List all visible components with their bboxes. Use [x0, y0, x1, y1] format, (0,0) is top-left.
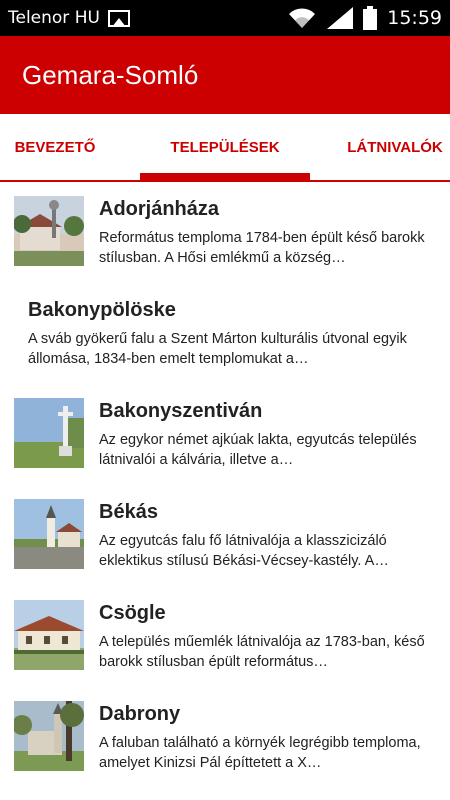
settlement-name: Adorjánháza	[99, 198, 220, 220]
list-item[interactable]: Adorjánháza Református temploma 1784-ben…	[0, 184, 450, 285]
settlement-thumbnail	[14, 196, 84, 266]
app-title: Gemara-Somló	[22, 59, 199, 90]
clock: 15:59	[387, 7, 442, 29]
selected-tab-indicator	[140, 173, 310, 180]
settlement-thumbnail	[14, 499, 84, 569]
settlement-description: A faluban található a környék legrégibb …	[99, 735, 421, 771]
tab-bevezeto[interactable]: BEVEZETŐ	[0, 114, 110, 180]
image-icon	[107, 9, 130, 27]
settlement-list[interactable]: Adorjánháza Református temploma 1784-ben…	[0, 184, 450, 790]
status-bar: Telenor HU 15:59	[0, 0, 450, 36]
battery-icon	[363, 6, 378, 30]
list-item[interactable]: Békás Az egyutcás falu fő látnivalója a …	[0, 487, 450, 588]
list-item[interactable]: Dabrony A faluban található a környék le…	[0, 689, 450, 790]
wifi-icon	[289, 8, 316, 28]
signal-icon	[327, 7, 354, 29]
tab-bar: BEVEZETŐ TELEPÜLÉSEK LÁTNIVALÓK	[0, 114, 450, 182]
list-item[interactable]: Bakonypölöske A sváb gyökerű falu a Szen…	[0, 285, 450, 386]
settlement-thumbnail	[14, 398, 84, 468]
settlement-thumbnail	[14, 600, 84, 670]
settlement-thumbnail	[14, 701, 84, 771]
settlement-description: Az egyutcás falu fő látnivalója a klassz…	[99, 533, 389, 569]
settlement-description: A sváb gyökerű falu a Szent Márton kultu…	[28, 331, 407, 367]
settlement-description: Az egykor német ajkúak lakta, egyutcás t…	[99, 432, 417, 468]
settlement-description: A település műemlék látnivalója az 1783-…	[99, 634, 425, 670]
tab-telepulesek[interactable]: TELEPÜLÉSEK	[140, 114, 310, 180]
list-item[interactable]: Bakonyszentiván Az egykor német ajkúak l…	[0, 386, 450, 487]
list-item[interactable]: Csögle A település műemlék látnivalója a…	[0, 588, 450, 689]
app-bar: Gemara-Somló	[0, 36, 450, 114]
settlement-name: Csögle	[99, 602, 166, 624]
carrier-name: Telenor HU	[8, 8, 100, 28]
settlement-name: Bakonypölöske	[28, 299, 176, 321]
settlement-name: Békás	[99, 501, 158, 523]
settlement-name: Bakonyszentiván	[99, 400, 263, 422]
settlement-description: Református temploma 1784-ben épült késő …	[99, 230, 425, 266]
tab-latnivalok[interactable]: LÁTNIVALÓK	[330, 114, 450, 180]
settlement-name: Dabrony	[99, 703, 181, 725]
